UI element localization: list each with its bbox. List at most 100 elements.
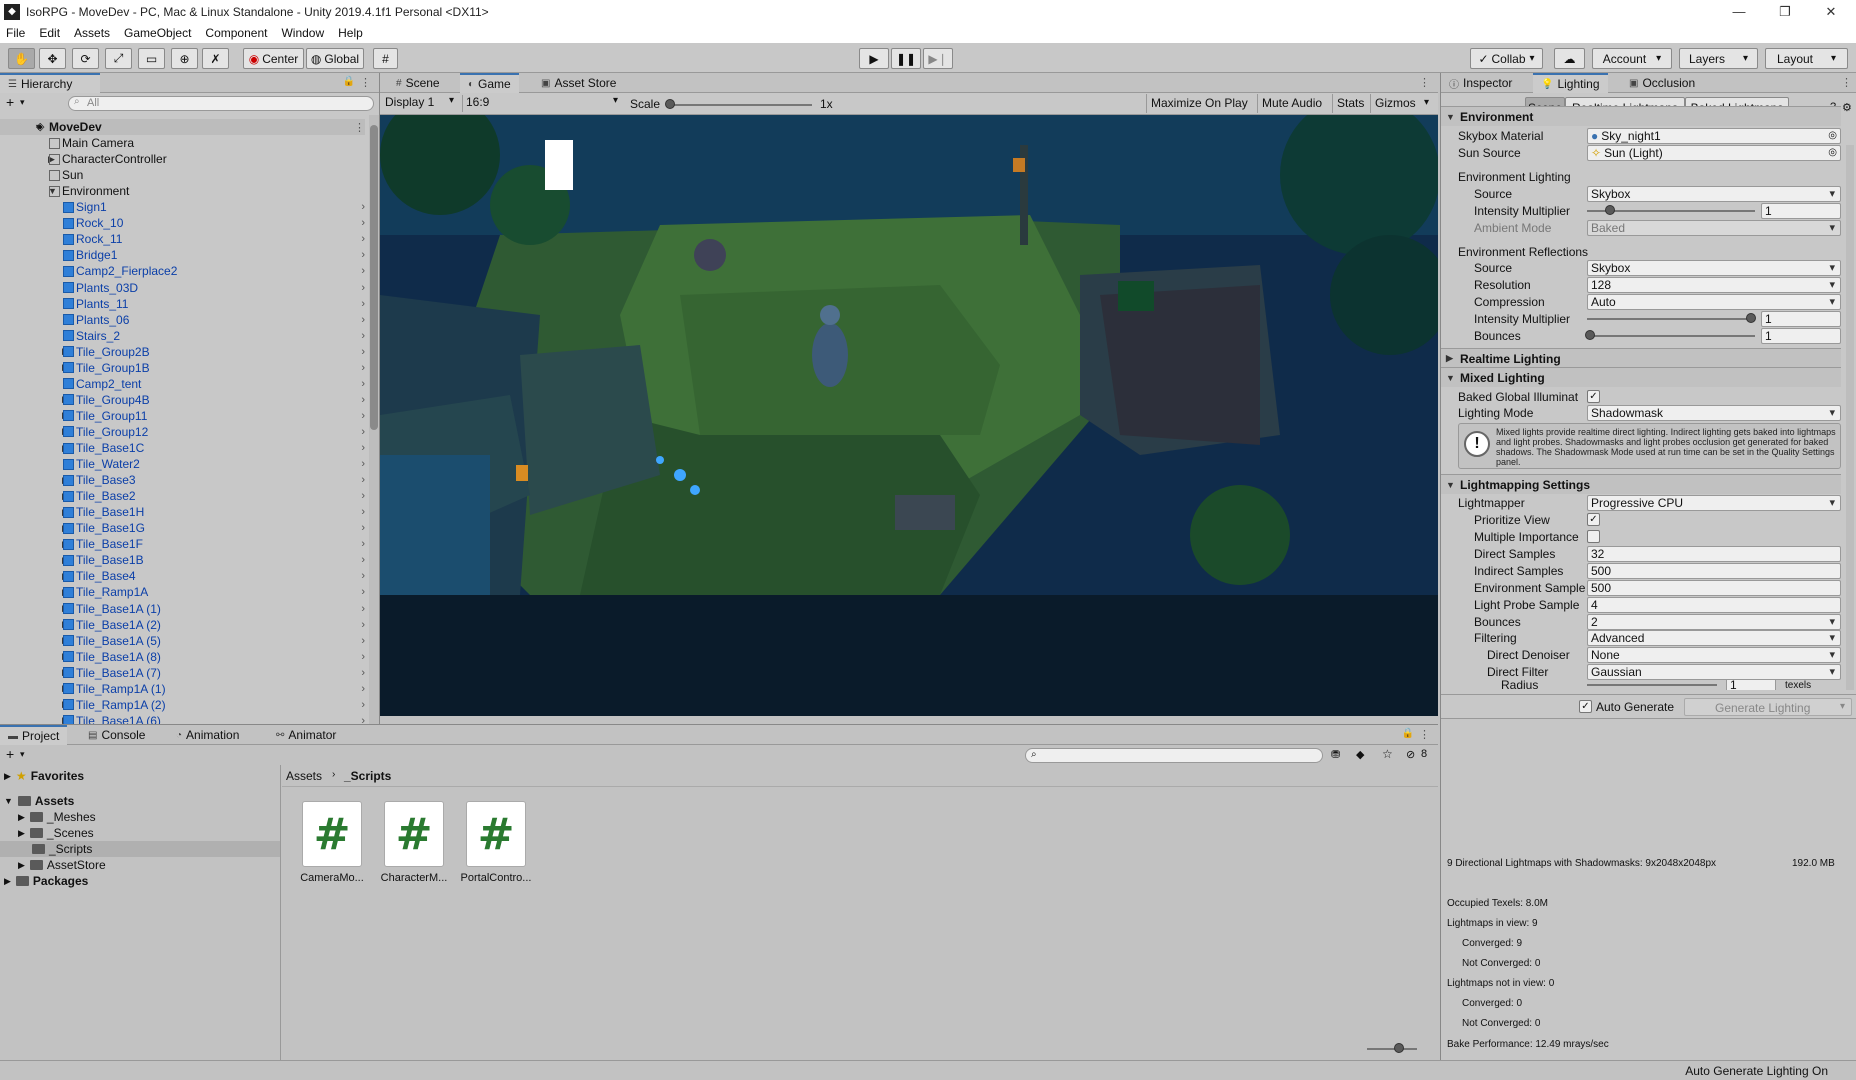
assets-row[interactable]: ▼ Assets bbox=[4, 793, 74, 809]
script-asset-camera[interactable]: # bbox=[302, 801, 362, 867]
lock-icon[interactable]: 🔒 bbox=[1402, 728, 1414, 739]
refl-intensity-slider[interactable] bbox=[1587, 318, 1755, 320]
chevron-down-icon[interactable]: ▾ bbox=[1424, 97, 1429, 108]
hierarchy-item[interactable]: ▶Tile_Base4› bbox=[0, 568, 365, 584]
icon-size-slider[interactable] bbox=[1367, 1048, 1417, 1050]
hierarchy-item[interactable]: Tile_Water2 › bbox=[0, 456, 365, 472]
display-dropdown[interactable]: Display 1 ▾ bbox=[382, 95, 458, 112]
tab-animation[interactable]: ◔ Animation bbox=[168, 725, 247, 745]
tab-console[interactable]: ▤ Console bbox=[80, 725, 153, 745]
hand-tool-icon[interactable]: ✋ bbox=[8, 48, 35, 69]
chevron-right-icon[interactable]: › bbox=[361, 490, 365, 502]
env-samples-field[interactable]: 500 bbox=[1587, 579, 1841, 596]
hierarchy-item[interactable]: ▶ CharacterController bbox=[0, 151, 365, 167]
refl-source-dropdown[interactable]: Skybox bbox=[1587, 259, 1841, 276]
hierarchy-scene-row[interactable]: ▼ ◈ MoveDev ⋮ bbox=[0, 119, 365, 135]
lightmapping-header[interactable]: ▼ Lightmapping Settings bbox=[1441, 474, 1841, 494]
menu-gameobject[interactable]: GameObject bbox=[124, 26, 191, 40]
hierarchy-item[interactable]: ▶Tile_Ramp1A› bbox=[0, 584, 365, 600]
hierarchy-item[interactable]: ▶Tile_Group11› bbox=[0, 408, 365, 424]
menu-component[interactable]: Component bbox=[205, 26, 267, 40]
chevron-right-icon[interactable]: › bbox=[361, 699, 365, 711]
radius-field[interactable]: 1 bbox=[1726, 680, 1776, 690]
filtering-dropdown[interactable]: Advanced bbox=[1587, 629, 1841, 646]
pivot-center-button[interactable]: ◉ Center bbox=[243, 48, 304, 69]
chevron-down-icon[interactable]: ▾ bbox=[20, 97, 25, 108]
bounces-dropdown[interactable]: 2 bbox=[1587, 613, 1841, 630]
sun-source-field[interactable]: ✧ Sun (Light) ◎ bbox=[1587, 144, 1841, 161]
hierarchy-item[interactable]: Main Camera bbox=[0, 135, 365, 151]
hierarchy-item[interactable]: Camp2_tent › bbox=[0, 376, 365, 392]
gear-icon[interactable]: ⚙ bbox=[1842, 101, 1852, 114]
hierarchy-item[interactable]: ▶Tile_Group12› bbox=[0, 424, 365, 440]
script-asset-character[interactable]: # bbox=[384, 801, 444, 867]
chevron-right-icon[interactable]: › bbox=[361, 603, 365, 615]
folder-scripts[interactable]: _Scripts bbox=[0, 841, 280, 857]
direct-denoiser-dropdown[interactable]: None bbox=[1587, 646, 1841, 663]
realtime-lighting-header[interactable]: ▶ Realtime Lighting bbox=[1441, 348, 1841, 368]
hierarchy-item[interactable]: ▶Tile_Base1A (1)› bbox=[0, 601, 365, 617]
hierarchy-item[interactable]: ▶Tile_Base1A (5)› bbox=[0, 633, 365, 649]
prioritize-view-checkbox[interactable]: ✓ bbox=[1587, 513, 1600, 526]
hierarchy-item[interactable]: Plants_11 › bbox=[0, 296, 365, 312]
kebab-menu-icon[interactable]: ⋮ bbox=[1419, 76, 1430, 89]
menu-window[interactable]: Window bbox=[281, 26, 324, 40]
refl-bounces-knob[interactable] bbox=[1585, 330, 1595, 340]
hidden-packages-icon[interactable]: ⊘ bbox=[1406, 748, 1415, 761]
hierarchy-item[interactable]: ▶Tile_Base1H› bbox=[0, 504, 365, 520]
chevron-right-icon[interactable]: › bbox=[361, 667, 365, 679]
pause-button[interactable]: ❚❚ bbox=[891, 48, 921, 69]
hierarchy-item[interactable]: ▶Tile_Group2B› bbox=[0, 344, 365, 360]
hierarchy-scrollbar[interactable] bbox=[369, 115, 379, 724]
scale-slider[interactable] bbox=[670, 104, 812, 106]
tab-occlusion[interactable]: ▣ Occlusion bbox=[1621, 73, 1703, 93]
breadcrumb-scripts[interactable]: _Scripts bbox=[344, 769, 391, 783]
chevron-right-icon[interactable]: › bbox=[361, 394, 365, 406]
chevron-right-icon[interactable]: › bbox=[361, 570, 365, 582]
hierarchy-item[interactable]: Rock_10 › bbox=[0, 215, 365, 231]
scale-slider-knob[interactable] bbox=[665, 99, 675, 109]
add-icon[interactable]: + bbox=[6, 94, 14, 110]
collab-button[interactable]: ✓ Collab ▾ bbox=[1470, 48, 1543, 69]
chevron-right-icon[interactable]: › bbox=[361, 683, 365, 695]
favorites-row[interactable]: ▶ ★ Favorites bbox=[4, 768, 84, 784]
hierarchy-item[interactable]: Rock_11 › bbox=[0, 231, 365, 247]
tab-animator[interactable]: ⚯ Animator bbox=[268, 725, 344, 745]
maximize-button[interactable]: ❐ bbox=[1762, 0, 1808, 23]
hierarchy-item[interactable]: ▶Tile_Base1F› bbox=[0, 536, 365, 552]
tab-project[interactable]: ▬ Project bbox=[0, 725, 68, 745]
chevron-right-icon[interactable]: › bbox=[361, 346, 365, 358]
hierarchy-item[interactable]: Plants_03D › bbox=[0, 280, 365, 296]
env-intensity-field[interactable]: 1 bbox=[1761, 202, 1841, 219]
favorite-star-icon[interactable]: ☆ bbox=[1382, 747, 1393, 761]
chevron-right-icon[interactable]: › bbox=[361, 330, 365, 342]
chevron-right-icon[interactable]: › bbox=[361, 265, 365, 277]
layers-dropdown[interactable]: Layers ▾ bbox=[1679, 48, 1758, 69]
gizmos-dropdown[interactable]: Gizmos bbox=[1370, 94, 1420, 113]
aspect-dropdown[interactable]: 16:9 ▾ bbox=[462, 95, 622, 112]
filter-type-icon[interactable]: ⛃ bbox=[1331, 748, 1340, 761]
chevron-right-icon[interactable]: › bbox=[361, 378, 365, 390]
chevron-right-icon[interactable]: › bbox=[361, 538, 365, 550]
hierarchy-item[interactable]: ▶Tile_Base1C› bbox=[0, 440, 365, 456]
tab-lighting[interactable]: 💡 Lighting bbox=[1533, 73, 1608, 93]
generate-lighting-button[interactable]: Generate Lighting ▾ bbox=[1684, 698, 1852, 716]
lightmapper-dropdown[interactable]: Progressive CPU bbox=[1587, 494, 1841, 511]
refl-bounces-slider[interactable] bbox=[1587, 335, 1755, 337]
hierarchy-item[interactable]: ▶Tile_Base1A (7)› bbox=[0, 665, 365, 681]
chevron-right-icon[interactable]: › bbox=[361, 635, 365, 647]
add-icon[interactable]: + bbox=[6, 746, 14, 762]
hierarchy-item[interactable]: ▶Tile_Base1A (2)› bbox=[0, 617, 365, 633]
label-icon[interactable]: ◆ bbox=[1356, 748, 1364, 761]
step-button[interactable]: ▶❘ bbox=[923, 48, 953, 69]
object-picker-icon[interactable]: ◎ bbox=[1828, 147, 1837, 158]
auto-generate-checkbox[interactable]: ✓ bbox=[1579, 700, 1592, 713]
menu-assets[interactable]: Assets bbox=[74, 26, 110, 40]
folder-scenes[interactable]: ▶ _Scenes bbox=[18, 825, 94, 841]
hierarchy-item[interactable]: ▶Tile_Base1G› bbox=[0, 520, 365, 536]
chevron-right-icon[interactable]: › bbox=[361, 249, 365, 261]
chevron-right-icon[interactable]: › bbox=[361, 233, 365, 245]
chevron-right-icon[interactable]: › bbox=[361, 298, 365, 310]
hierarchy-item[interactable]: Stairs_2 › bbox=[0, 328, 365, 344]
menu-file[interactable]: File bbox=[6, 26, 25, 40]
